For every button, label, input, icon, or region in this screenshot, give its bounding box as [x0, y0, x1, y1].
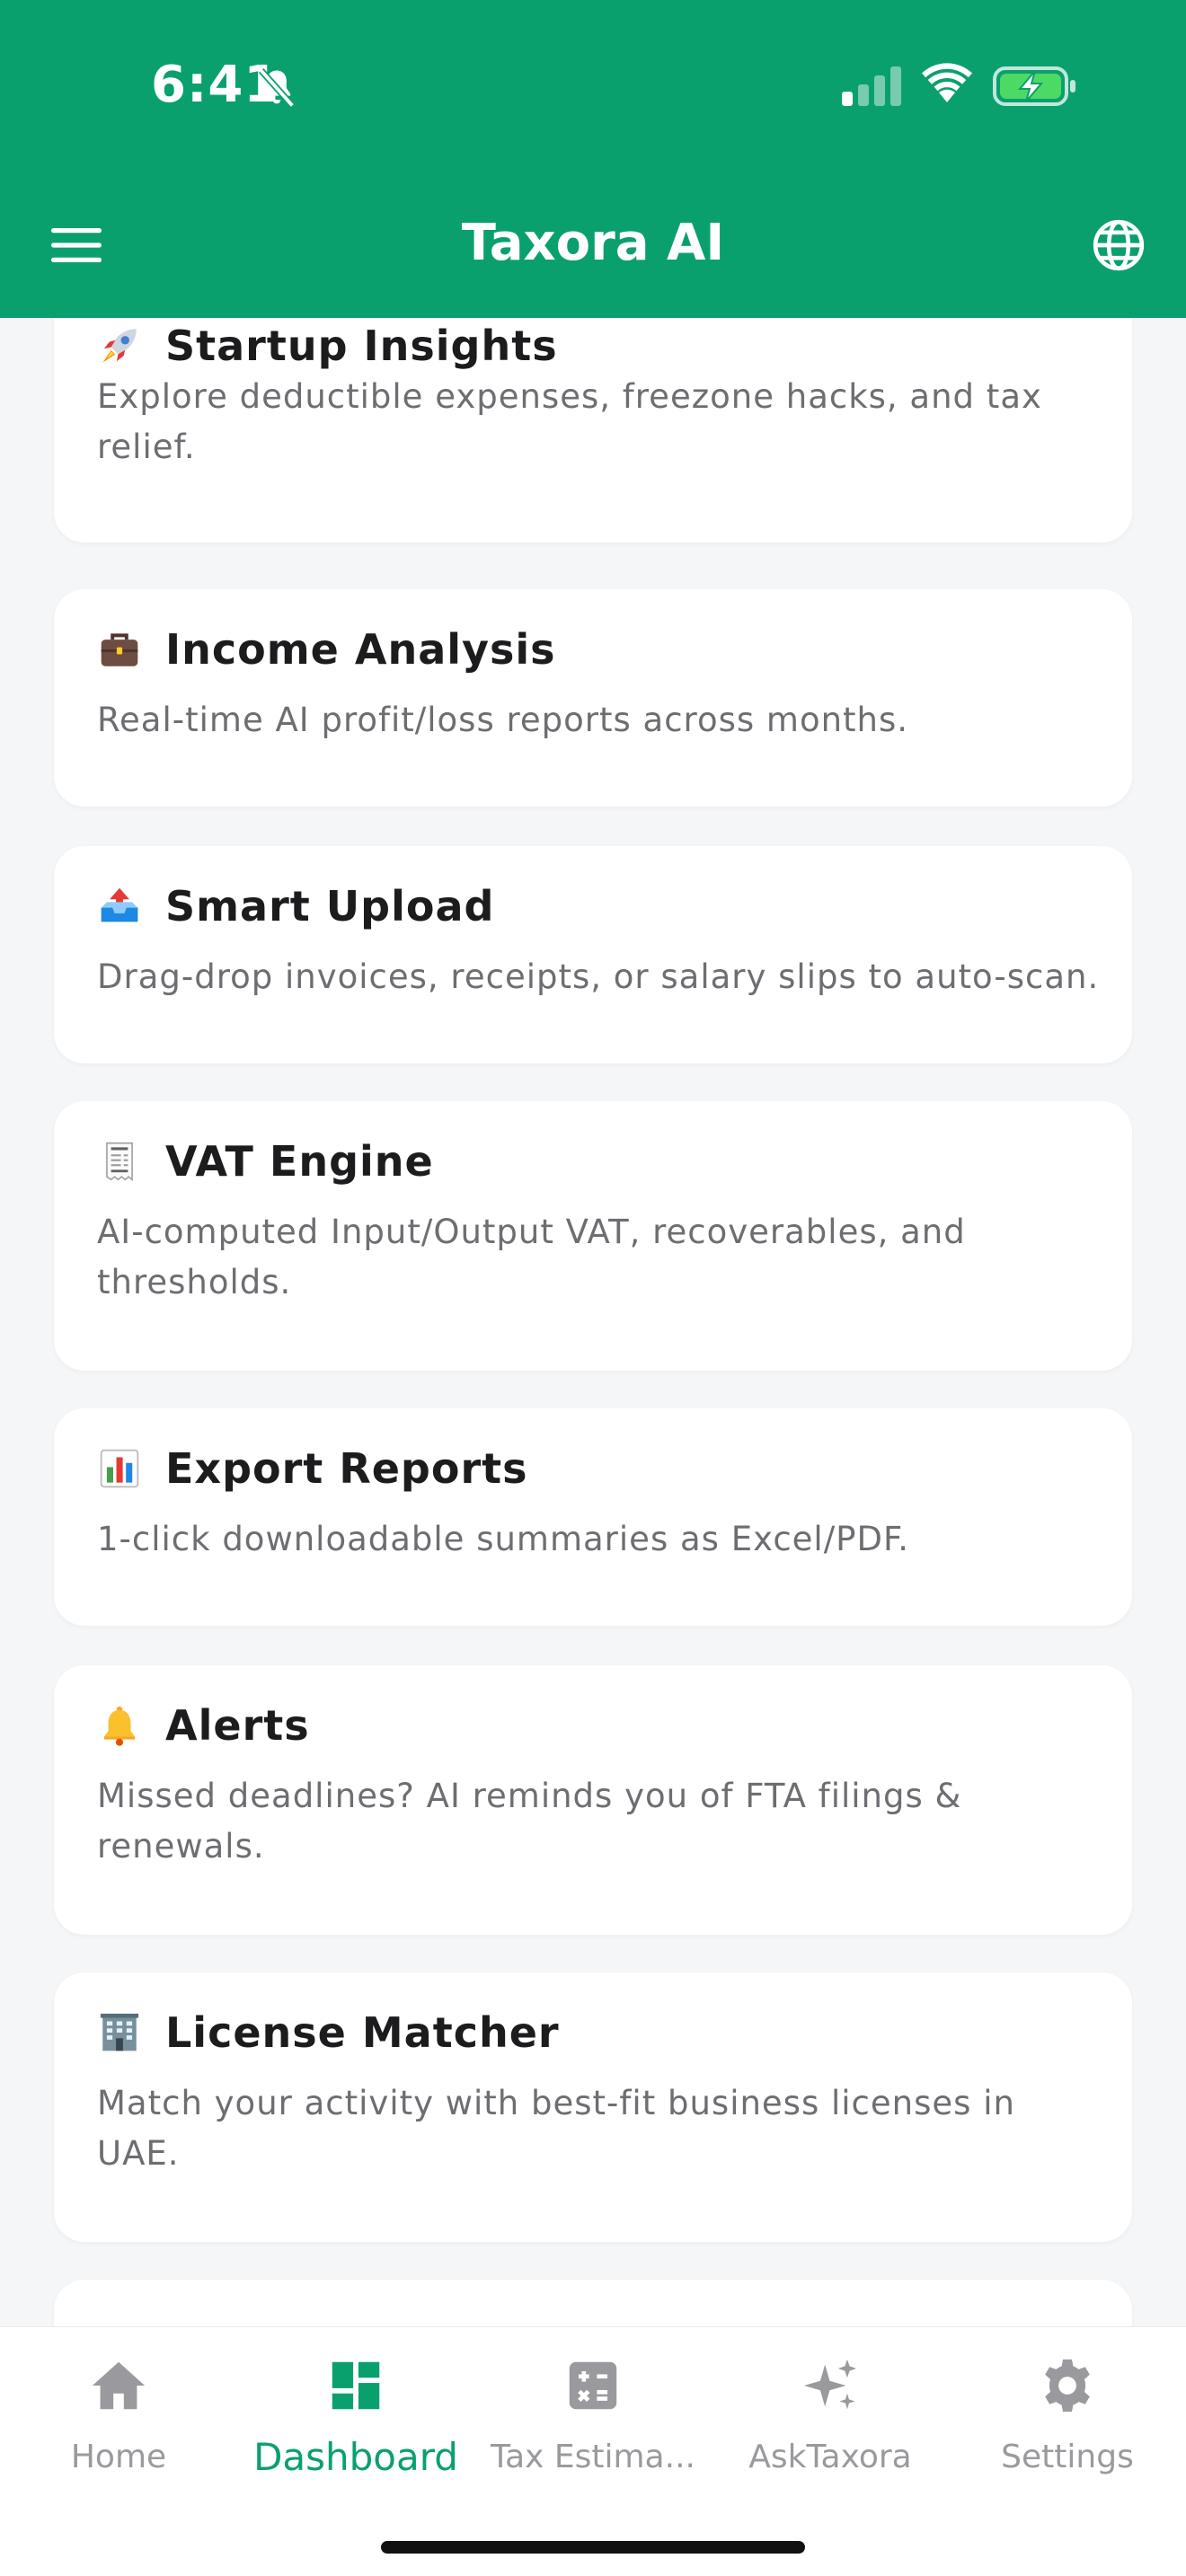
card-header: Income Analysis — [97, 625, 556, 674]
card-title: Export Reports — [165, 1444, 528, 1493]
feature-card-export-reports[interactable]: Export Reports 1-click downloadable summ… — [54, 1408, 1132, 1626]
language-button[interactable] — [1087, 214, 1150, 277]
rocket-icon — [97, 323, 142, 368]
card-header: License Matcher — [97, 2008, 560, 2057]
card-title: Smart Upload — [165, 882, 495, 931]
feature-card-vat-engine[interactable]: VAT Engine AI-computed Input/Output VAT,… — [54, 1101, 1132, 1371]
tab-home[interactable]: Home — [0, 2345, 237, 2480]
card-header: Startup Insights — [97, 322, 558, 370]
feature-card-next[interactable] — [54, 2280, 1132, 2326]
card-description: Real-time AI profit/loss reports across … — [97, 701, 909, 739]
tab-label: Dashboard — [253, 2435, 458, 2479]
dashboard-icon — [332, 2361, 380, 2410]
calculator-icon — [569, 2361, 617, 2410]
card-description: Drag-drop invoices, receipts, or salary … — [97, 957, 1100, 996]
card-description: 1-click downloadable summaries as Excel/… — [97, 1520, 910, 1558]
feature-card-license-matcher[interactable]: License Matcher Match your activity with… — [54, 1972, 1132, 2242]
battery-charging-icon — [993, 66, 1075, 106]
feature-card-alerts[interactable]: Alerts Missed deadlines? AI reminds you … — [54, 1665, 1132, 1935]
card-header: Smart Upload — [97, 882, 494, 931]
card-header: Export Reports — [97, 1444, 528, 1493]
home-indicator[interactable] — [381, 2541, 805, 2554]
tab-settings[interactable]: Settings — [949, 2345, 1186, 2480]
tab-label: Home — [70, 2439, 167, 2475]
office-building-icon — [97, 2010, 142, 2055]
card-description: Match your activity with best-fit busine… — [97, 2084, 1015, 2173]
card-description: Explore deductible expenses, freezone ha… — [97, 377, 1042, 466]
feature-card-income-analysis[interactable]: Income Analysis Real-time AI profit/loss… — [54, 589, 1132, 807]
card-header: VAT Engine — [97, 1137, 434, 1186]
bar-chart-icon — [97, 1446, 142, 1491]
briefcase-icon — [97, 627, 142, 672]
sparkles-icon — [803, 2359, 857, 2410]
gear-icon — [1045, 2359, 1090, 2413]
tab-dashboard[interactable]: Dashboard — [237, 2345, 474, 2480]
tab-tax-estimator[interactable]: Tax Estima... — [474, 2345, 712, 2480]
nav-bar: Taxora AI — [0, 171, 1186, 318]
wifi-icon — [922, 63, 972, 102]
dashboard-feature-list[interactable]: Startup Insights Explore deductible expe… — [0, 318, 1186, 2326]
card-header: Alerts — [97, 1701, 310, 1750]
status-bar: 6:41 — [0, 0, 1186, 171]
receipt-icon — [97, 1139, 142, 1184]
card-title: Income Analysis — [165, 625, 556, 674]
app-title: Taxora AI — [461, 214, 725, 272]
feature-card-smart-upload[interactable]: Smart Upload Drag-drop invoices, receipt… — [54, 846, 1132, 1063]
tab-label: Tax Estima... — [491, 2439, 695, 2475]
card-description: AI-computed Input/Output VAT, recoverabl… — [97, 1213, 966, 1301]
tab-label: Settings — [1001, 2439, 1134, 2475]
home-icon — [92, 2361, 146, 2410]
bell-icon — [97, 1703, 142, 1748]
card-description: Missed deadlines? AI reminds you of FTA … — [97, 1777, 962, 1866]
tab-ask-taxora[interactable]: AskTaxora — [712, 2345, 949, 2480]
tab-label: AskTaxora — [748, 2439, 912, 2475]
cellular-signal-icon — [842, 66, 901, 106]
feature-card-startup-insights[interactable]: Startup Insights Explore deductible expe… — [54, 318, 1132, 543]
card-title: VAT Engine — [165, 1137, 434, 1186]
globe-icon — [1093, 219, 1145, 271]
outbox-tray-icon — [97, 884, 142, 929]
card-title: License Matcher — [165, 2008, 560, 2057]
bottom-tab-bar: Home Dashboard Tax Estima... AskTaxora S… — [0, 2326, 1186, 2576]
bell-off-icon — [258, 68, 296, 108]
app-header: 6:41 Taxora AI — [0, 0, 1186, 318]
card-title: Alerts — [165, 1701, 310, 1750]
card-title: Startup Insights — [165, 322, 558, 370]
